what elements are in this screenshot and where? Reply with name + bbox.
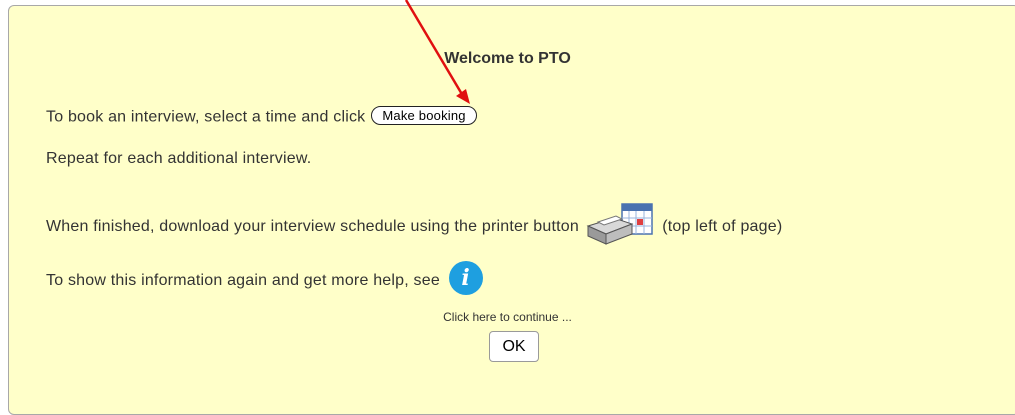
instruction-download-suffix: (top left of page): [662, 218, 783, 236]
make-booking-button[interactable]: Make booking: [371, 106, 477, 125]
instruction-book: To book an interview, select a time and …: [46, 106, 477, 127]
instruction-help: To show this information again and get m…: [46, 261, 483, 298]
dialog-title: Welcome to PTO: [444, 50, 571, 67]
continue-hint: Click here to continue ...: [443, 310, 572, 324]
info-icon[interactable]: i: [448, 261, 483, 295]
instruction-download-text: When finished, download your interview s…: [46, 218, 579, 236]
instruction-repeat: Repeat for each additional interview.: [46, 150, 312, 167]
instruction-help-text: To show this information again and get m…: [46, 272, 440, 290]
printer-calendar-icon: [586, 202, 656, 246]
ok-button[interactable]: OK: [489, 331, 539, 362]
instruction-book-text: To book an interview, select a time and …: [46, 108, 366, 126]
instruction-download: When finished, download your interview s…: [46, 202, 783, 249]
